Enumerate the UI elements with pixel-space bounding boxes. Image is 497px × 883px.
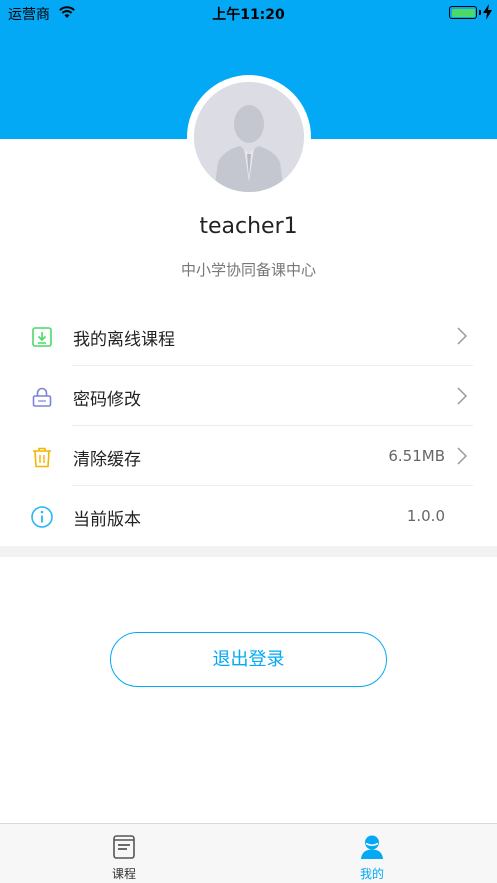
chevron-right-icon xyxy=(457,447,467,465)
menu-label: 清除缓存 xyxy=(73,450,141,470)
user-icon xyxy=(361,835,383,859)
tab-courses[interactable]: 课程 xyxy=(0,824,248,883)
avatar[interactable] xyxy=(194,82,304,192)
chevron-right-icon xyxy=(457,327,467,345)
tab-bar: 课程 我的 xyxy=(0,823,497,883)
menu-label: 当前版本 xyxy=(73,510,141,530)
trash-icon xyxy=(33,447,51,468)
status-bar: 运营商 上午11:20 xyxy=(0,0,497,26)
info-icon xyxy=(31,506,53,528)
lock-icon xyxy=(32,387,52,407)
username: teacher1 xyxy=(199,214,298,239)
logout-button[interactable]: 退出登录 xyxy=(110,632,387,687)
organization-name: 中小学协同备课中心 xyxy=(180,261,316,279)
section-separator xyxy=(0,546,497,557)
menu-label: 我的离线课程 xyxy=(73,330,175,350)
menu-label: 密码修改 xyxy=(73,390,141,410)
tab-mine[interactable]: 我的 xyxy=(248,824,496,883)
status-time: 上午11:20 xyxy=(212,7,285,23)
menu-item-change-password[interactable]: 密码修改 xyxy=(0,366,497,426)
chevron-right-icon xyxy=(457,387,467,405)
settings-menu: 我的离线课程 密码修改 清除缓存 6.51MB 当前版本 1.0.0 xyxy=(0,306,497,546)
charging-icon xyxy=(483,4,492,20)
tab-label: 我的 xyxy=(359,867,384,881)
tab-label: 课程 xyxy=(111,867,136,881)
menu-item-current-version[interactable]: 当前版本 1.0.0 xyxy=(0,486,497,546)
battery-icon xyxy=(449,6,477,19)
menu-item-offline-courses[interactable]: 我的离线课程 xyxy=(0,306,497,366)
version-value: 1.0.0 xyxy=(406,507,445,525)
cache-size-value: 6.51MB xyxy=(388,447,445,465)
battery-tip xyxy=(479,10,481,15)
menu-item-clear-cache[interactable]: 清除缓存 6.51MB xyxy=(0,426,497,486)
default-user-silhouette-icon xyxy=(194,82,304,192)
book-icon xyxy=(113,835,135,859)
download-icon xyxy=(32,327,52,347)
